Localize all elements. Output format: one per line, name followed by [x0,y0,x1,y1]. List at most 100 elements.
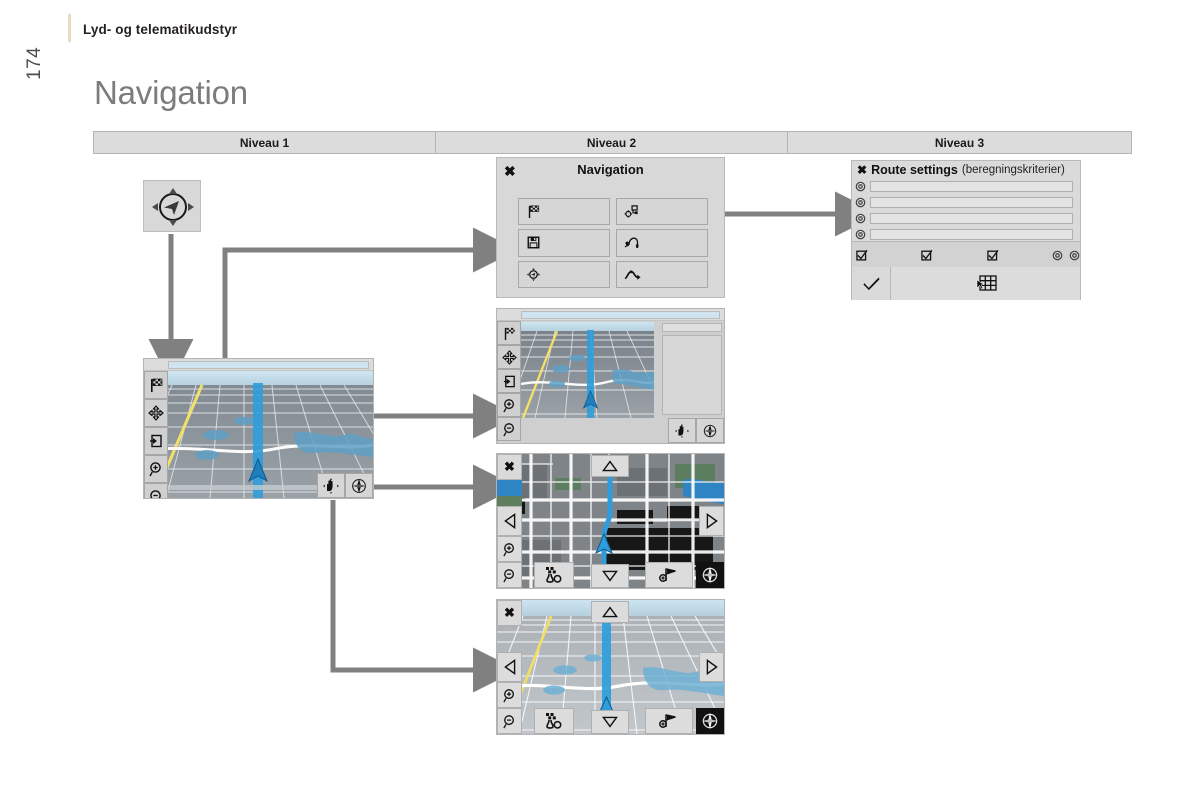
route-settings-row[interactable] [855,179,1079,193]
pan-up-icon[interactable] [591,455,629,477]
exit-arrow-box-icon[interactable] [144,427,168,455]
compass-rose-icon[interactable] [696,708,724,734]
poi-crossroads-icon[interactable] [534,708,574,734]
route-curve-icon [624,270,641,280]
compass-rose-icon[interactable] [696,562,724,588]
nav-button-voice[interactable] [616,229,708,257]
niveau-column-2: Niveau 2 [435,132,787,153]
route-option-field[interactable] [870,196,1073,208]
zoom-out-icon[interactable] [497,708,522,734]
waypoint-flag-icon[interactable] [645,562,693,588]
route-settings-title: Route settings [871,162,958,177]
pan-down-glyph [602,570,618,582]
route-settings-subtitle: (beregningskriterier) [961,163,1065,176]
poi-crossroads-icon[interactable] [534,562,574,588]
checkered-flag-icon[interactable] [144,371,168,399]
page-root: Lyd- og telematikudstyr 174 Navigation N… [0,0,1200,800]
exit-arrow-box-icon[interactable] [497,369,521,393]
route-option-field[interactable] [870,228,1073,240]
zoom-in-icon[interactable] [497,536,522,562]
route-settings-panel[interactable]: ✖ Route settings (beregningskriterier) [851,160,1081,300]
checkered-flag-glyph [504,327,515,340]
hand-pan-icon[interactable] [317,473,345,498]
accent-bar [68,14,71,42]
route-settings-row[interactable] [855,195,1079,209]
route-settings-icon [624,205,638,218]
waypoint-flag-glyph [659,714,676,728]
voice-headset-icon [624,238,639,249]
pan-left-glyph [503,513,515,529]
map2-info-body [662,335,722,415]
map2-info-header [662,323,722,332]
niveau-column-1: Niveau 1 [239,135,290,150]
map-3d-pan-mode[interactable]: ✖ [496,599,725,735]
pan-up-glyph [602,460,618,472]
nav-button-save[interactable] [518,229,610,257]
route-option-field[interactable] [870,180,1073,192]
compass-rose-glyph [701,712,719,730]
pan-down-icon[interactable] [591,710,629,734]
checkbox-checked-icon [856,249,868,261]
pan-up-icon[interactable] [591,601,629,623]
nav-button-route-settings[interactable] [616,198,708,226]
radio-icon[interactable] [1069,250,1080,261]
pan-left-icon[interactable] [497,652,522,682]
map-2d-top-down[interactable]: ✖ [496,453,725,589]
nav-button-position[interactable] [518,260,610,288]
four-way-move-icon[interactable] [144,399,168,427]
keypad-grid-icon [976,274,997,291]
confirm-button[interactable] [852,267,891,300]
zoom-in-glyph [503,688,514,702]
map1-title-field [168,361,369,369]
zoom-out-icon[interactable] [144,483,168,498]
page-title: Navigation [94,74,248,111]
niveau-column-3: Niveau 3 [787,132,1131,153]
zoom-out-icon[interactable] [497,562,522,588]
pan-right-icon[interactable] [699,506,724,536]
hand-pan-icon[interactable] [668,418,696,443]
compass-rose-icon[interactable] [345,473,373,498]
close-x-icon[interactable]: ✖ [497,600,522,626]
navigation-compass-widget[interactable] [143,180,201,232]
waypoint-flag-icon[interactable] [645,708,693,734]
nav-button-destination[interactable] [518,198,610,226]
route-settings-rows [855,179,1079,243]
route-tool-1[interactable] [852,249,917,261]
nav-button-route-curve[interactable] [616,260,708,288]
four-way-move-icon[interactable] [497,345,521,369]
checkered-flag-icon[interactable] [497,321,521,345]
zoom-in-icon[interactable] [144,455,168,483]
pan-left-icon[interactable] [497,506,522,536]
pan-right-icon[interactable] [699,652,724,682]
compass-rose-glyph [703,424,717,437]
map-3d-perspective[interactable] [143,358,374,499]
zoom-in-icon[interactable] [497,682,522,708]
close-x-icon[interactable]: ✖ [857,164,867,176]
poi-crossroads-glyph [546,567,562,583]
zoom-out-glyph [150,490,161,498]
zoom-in-icon[interactable] [497,393,521,417]
route-settings-footer [852,267,1080,300]
map2-corner-buttons [668,418,724,443]
map-3d-with-info-panel[interactable] [496,308,725,444]
page-number: 174 [24,46,45,80]
exit-arrow-box-glyph [150,434,162,448]
keypad-button[interactable] [891,267,1080,300]
close-x-icon[interactable]: ✖ [497,454,522,480]
route-tool-3[interactable] [983,249,1048,261]
zoom-out-glyph [503,568,514,582]
route-tool-2[interactable] [917,249,982,261]
route-option-field[interactable] [870,212,1073,224]
pan-down-icon[interactable] [591,564,629,588]
poi-crossroads-glyph [546,713,562,729]
radio-icon[interactable] [1052,250,1063,261]
four-way-move-glyph [148,405,164,421]
route-settings-row[interactable] [855,227,1079,241]
route-settings-row[interactable] [855,211,1079,225]
map3-water-strip [497,480,522,496]
route-settings-header: ✖ Route settings (beregningskriterier) [852,161,1080,178]
route-tool-radios [1052,250,1080,261]
zoom-out-icon[interactable] [497,417,521,441]
compass-rose-icon[interactable] [696,418,724,443]
navigation-menu-panel[interactable]: ✖ Navigation [496,157,725,298]
